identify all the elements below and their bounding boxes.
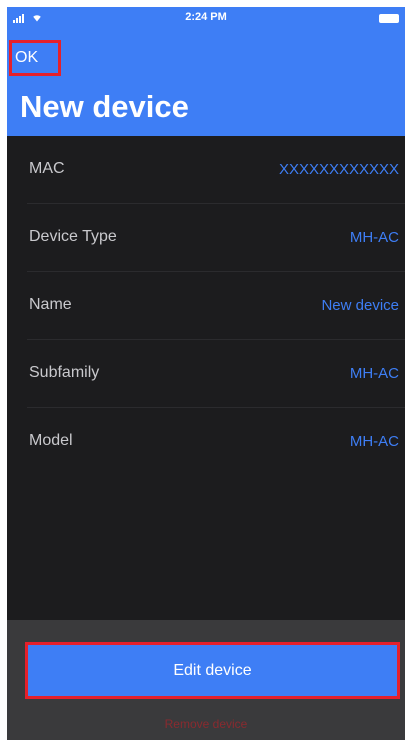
battery-icon: [379, 14, 399, 23]
detail-value: MH-AC: [349, 229, 399, 246]
detail-value: XXXXXXXXXXXX: [278, 161, 399, 178]
edit-device-button[interactable]: Edit device: [25, 642, 400, 699]
page-title: New device: [20, 89, 189, 124]
detail-label: Name: [29, 296, 72, 313]
detail-value: MH-AC: [349, 433, 399, 450]
detail-row-mac[interactable]: MAC XXXXXXXXXXXX: [27, 136, 405, 204]
status-time: 2:24 PM: [185, 11, 227, 23]
detail-label: Model: [29, 432, 73, 449]
detail-row-model[interactable]: Model MH-AC: [27, 408, 405, 475]
remove-device-button[interactable]: Remove device: [7, 717, 405, 731]
detail-label: MAC: [29, 160, 65, 177]
detail-value: New device: [321, 297, 399, 314]
detail-row-subfamily[interactable]: Subfamily MH-AC: [27, 340, 405, 408]
detail-label: Subfamily: [29, 364, 100, 381]
header: 2:24 PM OK New device: [7, 7, 405, 136]
detail-row-name[interactable]: Name New device: [27, 272, 405, 340]
action-panel: Edit device Remove device: [7, 620, 405, 740]
detail-value: MH-AC: [349, 365, 399, 382]
status-bar: 2:24 PM: [7, 7, 405, 31]
phone-screen: 2:24 PM OK New device MAC XXXXXXXXXXXX D…: [7, 7, 405, 740]
ok-button[interactable]: OK: [9, 40, 61, 76]
detail-label: Device Type: [29, 228, 117, 245]
detail-row-device-type[interactable]: Device Type MH-AC: [27, 204, 405, 272]
device-details-list: MAC XXXXXXXXXXXX Device Type MH-AC Name …: [7, 136, 405, 475]
